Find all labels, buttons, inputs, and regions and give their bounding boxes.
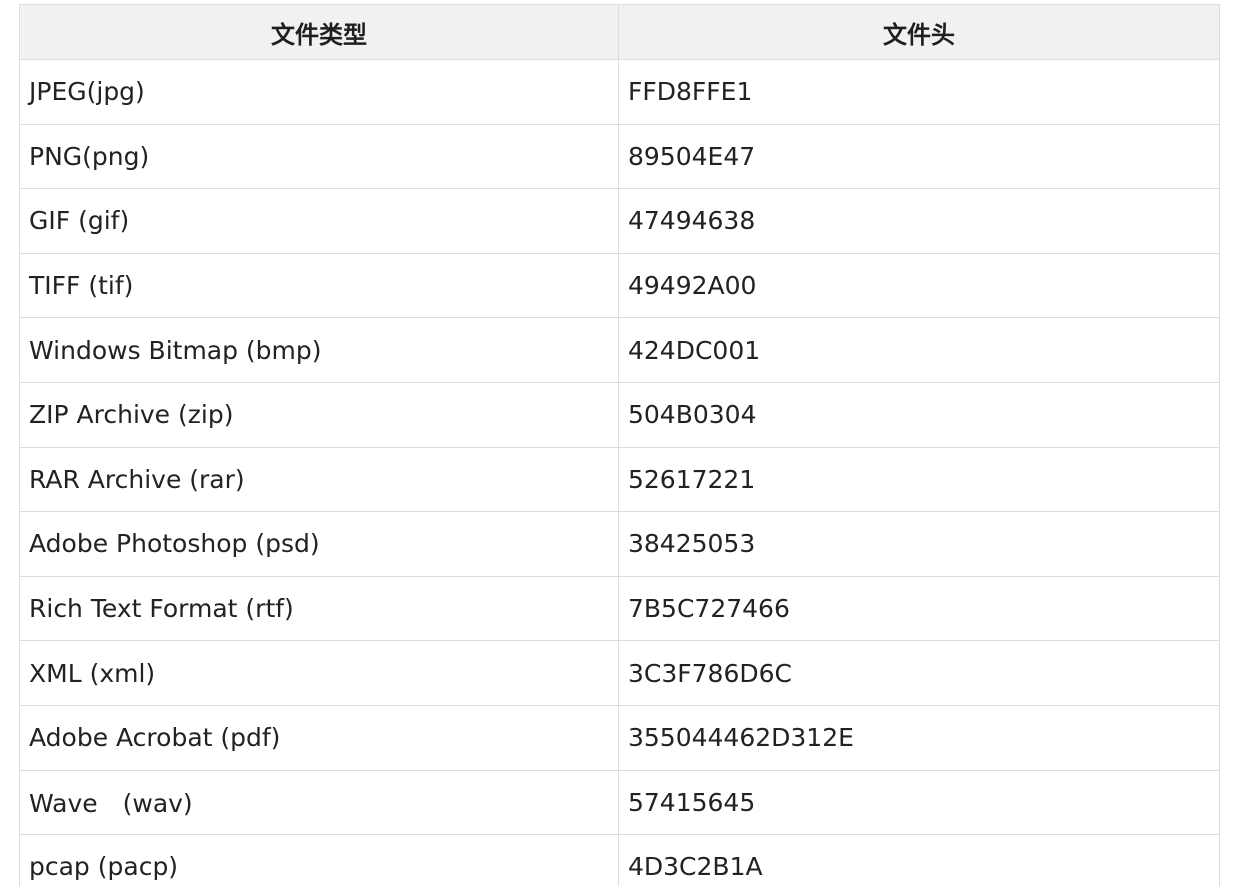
table-row: Adobe Acrobat (pdf) 355044462D312E: [19, 704, 1220, 771]
file-type-cell: pcap (pacp): [19, 834, 619, 886]
file-type-cell: Wave (wav): [19, 769, 619, 836]
file-signature-cell: 4D3C2B1A: [618, 834, 1220, 886]
file-signature-cell: 49492A00: [618, 252, 1220, 319]
table-row: Wave (wav) 57415645: [19, 769, 1220, 836]
file-signature-cell: 424DC001: [618, 317, 1220, 383]
file-signature-cell: 47494638: [618, 188, 1220, 254]
file-type-cell: ZIP Archive (zip): [19, 381, 619, 448]
file-signature-cell: FFD8FFE1: [618, 59, 1220, 125]
file-type-cell: Adobe Acrobat (pdf): [19, 704, 619, 771]
file-signature-cell: 38425053: [618, 511, 1220, 577]
file-type-cell: JPEG(jpg): [19, 59, 619, 125]
file-signature-cell: 89504E47: [618, 123, 1220, 190]
table-row: XML (xml) 3C3F786D6C: [19, 640, 1220, 706]
file-type-cell: Adobe Photoshop (psd): [19, 511, 619, 577]
file-type-cell: TIFF (tif): [19, 252, 619, 319]
file-type-cell: PNG(png): [19, 123, 619, 190]
header-file-signature: 文件头: [618, 4, 1220, 60]
table-row: TIFF (tif) 49492A00: [19, 252, 1220, 319]
table-row: ZIP Archive (zip) 504B0304: [19, 381, 1220, 448]
table-row: JPEG(jpg) FFD8FFE1: [19, 59, 1220, 125]
table-row: Rich Text Format (rtf) 7B5C727466: [19, 575, 1220, 642]
file-signature-cell: 52617221: [618, 446, 1220, 513]
file-signature-cell: 7B5C727466: [618, 575, 1220, 642]
file-type-cell: Rich Text Format (rtf): [19, 575, 619, 642]
file-signature-cell: 3C3F786D6C: [618, 640, 1220, 706]
file-signature-cell: 57415645: [618, 769, 1220, 836]
file-type-cell: XML (xml): [19, 640, 619, 706]
table-row: GIF (gif) 47494638: [19, 188, 1220, 254]
file-type-cell: RAR Archive (rar): [19, 446, 619, 513]
table-row: pcap (pacp) 4D3C2B1A: [19, 834, 1220, 886]
file-type-cell: Windows Bitmap (bmp): [19, 317, 619, 383]
file-type-cell: GIF (gif): [19, 188, 619, 254]
file-signature-cell: 504B0304: [618, 381, 1220, 448]
table-row: Windows Bitmap (bmp) 424DC001: [19, 317, 1220, 383]
header-file-type: 文件类型: [19, 4, 619, 60]
table-header-row: 文件类型 文件头: [19, 4, 1220, 60]
file-signature-cell: 355044462D312E: [618, 704, 1220, 771]
table-row: PNG(png) 89504E47: [19, 123, 1220, 190]
table-row: Adobe Photoshop (psd) 38425053: [19, 511, 1220, 577]
table-row: RAR Archive (rar) 52617221: [19, 446, 1220, 513]
file-header-table: 文件类型 文件头 JPEG(jpg) FFD8FFE1 PNG(png) 895…: [19, 4, 1220, 886]
page: 文件类型 文件头 JPEG(jpg) FFD8FFE1 PNG(png) 895…: [0, 0, 1258, 886]
